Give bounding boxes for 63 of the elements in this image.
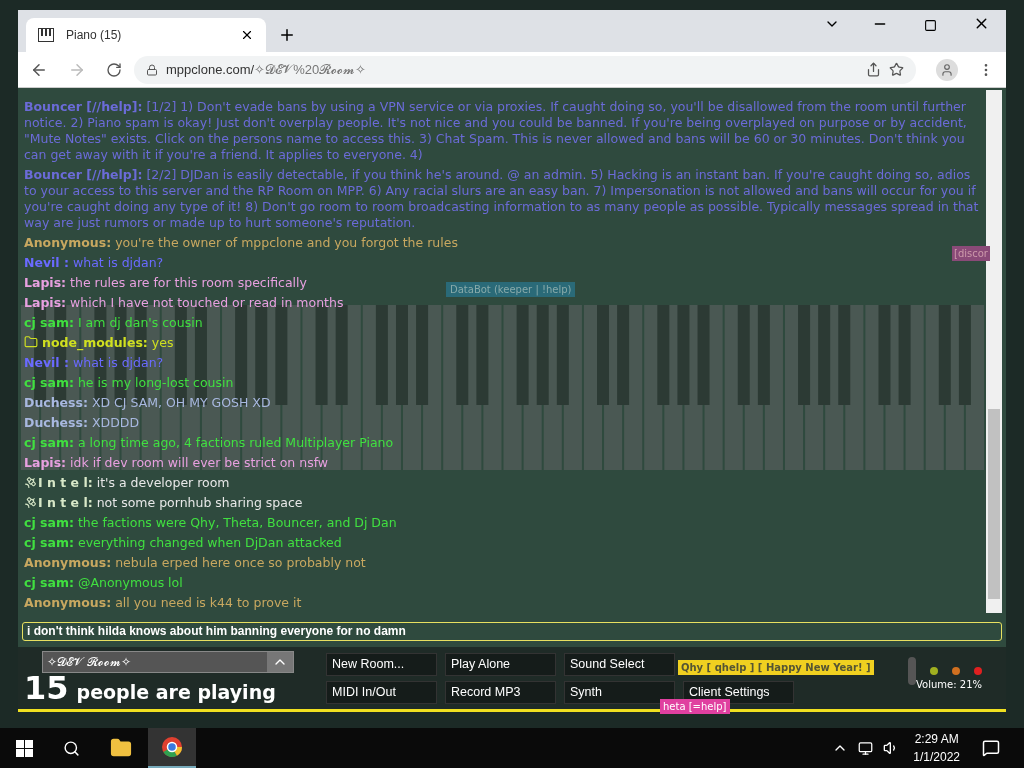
- url-text: mppclone.com/✧𝓓𝓔𝓥%20𝓡𝓸𝓸𝓶✧: [166, 60, 367, 79]
- piano-icon: [38, 28, 54, 42]
- satellite-icon: [24, 496, 37, 509]
- chat-message: cj sam: the factions were Qhy, Theta, Bouncer, and Dj Dan: [24, 514, 397, 532]
- bookmark-star-icon[interactable]: [889, 62, 904, 77]
- new-tab-icon[interactable]: [278, 26, 296, 44]
- chat-message: cj sam: a long time ago, 4 factions ruled Multiplayer Piano: [24, 434, 394, 452]
- chat-message: Lapis: idk if dev room will ever be strict on nsfw: [24, 454, 329, 472]
- user-name-tooltip: heta [=help]: [660, 699, 730, 714]
- chat-message: Anonymous: nebula erped here once so probably not: [24, 554, 366, 572]
- notifications-icon[interactable]: [982, 739, 1000, 757]
- network-icon[interactable]: [858, 740, 874, 756]
- tab-title: Piano (15): [66, 27, 123, 44]
- chat-message: Anonymous: you're the owner of mppclone and you forgot the rules: [24, 234, 458, 252]
- room-name: ✧𝓓𝓔𝓥 𝓡𝓸𝓸𝓶✧: [46, 654, 132, 671]
- profile-avatar[interactable]: [936, 58, 958, 81]
- chat-message: Nevil : what is djdan?: [24, 254, 164, 272]
- windows-start-icon[interactable]: [16, 739, 33, 757]
- chat-message: Bouncer [//help]: [1/2] 1) Don't evade bans by using a VPN service or via proxies. If caught doing so, you'll be disallowed from the room until further notice. 2) Piano spam is okay! Just don't overplay people. It's not nice and you could be banned. If you're being overplayed on purpose or by accident, "Mute Notes" exists. Click on the persons name to access this. 3) Chat Spam. This is never allowed and bans will be 60 or 30 minutes. Don't think you can get away with it if you're a friend. It applies to everyone. 4): [24, 98, 968, 164]
- browser-logo-icon: [161, 736, 183, 758]
- room-select[interactable]: ✧𝓓𝓔𝓥 𝓡𝓸𝓸𝓶✧: [42, 651, 294, 673]
- player-count-label: people are playing: [76, 680, 276, 705]
- control-button[interactable]: New Room...: [326, 653, 437, 676]
- clock-time: 2:29 AM: [914, 731, 959, 748]
- share-icon[interactable]: [866, 62, 881, 77]
- user-name-tooltip: Qhy [ qhelp ] [ Happy New Year! ]: [678, 660, 874, 675]
- lock-icon: [146, 63, 158, 76]
- user-tag: [discor: [952, 246, 990, 261]
- address-bar[interactable]: mppclone.com/✧𝓓𝓔𝓥%20𝓡𝓸𝓸𝓶✧: [134, 55, 916, 84]
- search-icon[interactable]: [63, 739, 80, 757]
- file-explorer-icon[interactable]: [110, 737, 132, 759]
- folder-icon: [24, 335, 38, 349]
- chat-message: Duchess: XD CJ SAM, OH MY GOSH XD: [24, 394, 271, 412]
- chat-message: I n t e l: not some pornhub sharing space: [24, 493, 303, 513]
- maximize-icon[interactable]: [924, 19, 937, 32]
- scrollbar[interactable]: [986, 90, 1002, 613]
- satellite-icon: [24, 476, 37, 489]
- player-count: 15: [24, 670, 69, 706]
- reload-icon[interactable]: [106, 61, 122, 78]
- chat-message: Lapis: which I have not touched or read in months: [24, 294, 344, 312]
- chat-message: Anonymous: all you need is k44 to prove it: [24, 594, 302, 612]
- chat-message: cj sam: he is my long-lost cousin: [24, 374, 234, 392]
- control-button[interactable]: Synth: [564, 681, 675, 704]
- chat-input[interactable]: i don't think hilda knows about him banning everyone for no damn: [22, 621, 1002, 641]
- chat-message: cj sam: @Anonymous lol: [24, 574, 183, 592]
- chat-message: I n t e l: it's a developer room: [24, 473, 230, 493]
- volume-label: Volume: 21%: [916, 678, 982, 692]
- browser-taskbar-button[interactable]: [148, 728, 196, 768]
- chat-message: Nevil : what is djdan?: [24, 354, 164, 372]
- control-button[interactable]: MIDI In/Out: [326, 681, 437, 704]
- control-button[interactable]: Sound Select: [564, 653, 675, 676]
- browser-tab[interactable]: Piano (15): [26, 18, 266, 52]
- clock-date: 1/1/2022: [913, 749, 960, 766]
- chat-message: cj sam: everything changed when DjDan attacked: [24, 534, 342, 552]
- control-button[interactable]: Play Alone: [445, 653, 556, 676]
- chat-message: Bouncer [//help]: [2/2] DJDan is easily detectable, if you think he's around. @ an admin. 5) Hacking is an instant ban. If you're caught doing so, adios to your access to this server and the RP Room on MPP. 6) Any racial slurs are an easy ban. 7) Impersonation is not allowed and bans will occur for you if you're caught doing any type of it! 8) Don't go room to room broadcasting information to as many people as possible. Typically messages spread in that way are just rumors or made up to hurt someone's reputation.: [24, 166, 980, 232]
- chat-message: cj sam: I am dj dan's cousin: [24, 314, 203, 332]
- close-icon[interactable]: [240, 28, 254, 42]
- chat-message: node_modules: yes: [24, 333, 174, 353]
- chat-message: Duchess: XDDDD: [24, 414, 139, 432]
- user-tag: DataBot (keeper | !help): [446, 282, 576, 297]
- chat-message: Lapis: the rules are for this room specifically: [24, 274, 307, 292]
- control-button[interactable]: Record MP3: [445, 681, 556, 704]
